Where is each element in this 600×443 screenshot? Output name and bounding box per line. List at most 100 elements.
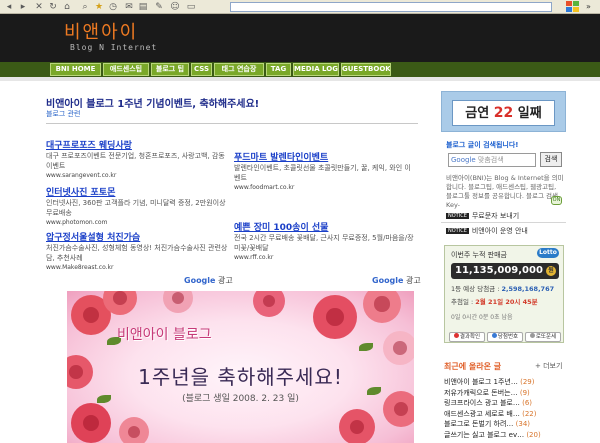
post-title[interactable]: 비앤아이 블로그 1주년 기념이벤트, 축하해주세요!	[46, 95, 259, 110]
history-icon[interactable]: ◷	[108, 2, 118, 12]
recent-posts-list: 비앤아이 블로그 1주년… (29) 저유가캐릭으로 돈버는… (9) 링크프라…	[444, 377, 568, 440]
no-smoking-counter: 금연 22 일째	[452, 100, 555, 126]
lotto-widget: 이번주 누적 판매금 Lotto 11,135,009,000 원 1등 예상 …	[444, 245, 564, 343]
first-prize-label: 1등 예상 당첨금 :	[451, 285, 500, 293]
list-item[interactable]: 글쓰기는 싫고 블로그 ev… (20)	[444, 430, 568, 441]
banner-blog-name: 비앤아이 블로그	[117, 327, 212, 343]
ad-description: 처진가슴수술사진, 성형체험 동영상! 처진가슴수술사진 관련상담, 추천사례	[46, 244, 228, 262]
ad-unit[interactable]: 푸드마트 발렌타인이벤트 발렌타인이벤트, 초콜릿선물 초콜릿만들기, 꿀, 케…	[234, 150, 414, 191]
post-category[interactable]: 블로그 관련	[46, 109, 80, 119]
stop-icon[interactable]: ✕	[34, 2, 44, 12]
notice-text[interactable]: 무료문자 보내기	[472, 212, 519, 220]
edit-icon[interactable]: ✎	[154, 2, 164, 12]
browser-toolbar: ◂ ▸ ✕ ↻ ⌂ ⌕ ★ ◷ ✉ ▤ ✎ ☺ ▭ »	[0, 0, 600, 14]
ad-title[interactable]: 인터넷사진 포토몬	[46, 185, 231, 198]
ad-title[interactable]: 대구프로포즈 웨딩사랑	[46, 138, 231, 151]
nav-item-adsense[interactable]: 애드센스팁	[103, 63, 149, 76]
leaf-image	[359, 343, 373, 351]
counter-prefix: 금연	[465, 106, 490, 121]
address-bar[interactable]	[230, 2, 552, 12]
main-nav: BNI HOME 애드센스팁 블로그 팁 CSS 태그 연습장 TAG MEDI…	[0, 62, 600, 77]
lotto-numbers-button[interactable]: 당첨번호	[487, 332, 523, 342]
ad-url[interactable]: www.foodmart.co.kr	[234, 184, 414, 191]
search-input[interactable]: Google 맞춤검색	[448, 153, 536, 167]
rose-image	[363, 291, 401, 323]
notice-tag: NOTICE	[446, 228, 469, 234]
notice-tag: NOTICE	[446, 213, 469, 219]
ad-unit[interactable]: 압구정서울설형 처진가슴 처진가슴수술사진, 성형체험 동영상! 처진가슴수술사…	[46, 230, 231, 271]
won-coin-icon: 원	[546, 266, 556, 276]
counter-number: 22	[493, 105, 514, 121]
rose-image	[253, 291, 285, 317]
nav-item-media-log[interactable]: MEDIA LOG	[293, 63, 339, 76]
list-item[interactable]: 애드센스광고 세로로 배… (22)	[444, 409, 568, 420]
first-prize-value: 2,598,168,767	[501, 285, 555, 293]
list-item[interactable]: 비앤아이 블로그 1주년… (29)	[444, 377, 568, 388]
recent-posts-more-link[interactable]: + 더보기	[535, 361, 562, 371]
messenger-icon[interactable]: ☺	[170, 2, 180, 12]
notice-text[interactable]: 비앤아이 운영 안내	[472, 227, 528, 235]
lotto-first-prize: 1등 예상 당첨금 : 2,598,168,767	[451, 283, 554, 293]
nav-item-blog-tips[interactable]: 블로그 팁	[151, 63, 189, 76]
notice-item[interactable]: NOTICE 무료문자 보내기	[446, 211, 519, 221]
back-icon[interactable]: ◂	[4, 2, 14, 12]
favorites-icon[interactable]: ★	[94, 2, 104, 12]
ad-url[interactable]: www.Make8reast.co.kr	[46, 264, 231, 271]
chevron-right-icon[interactable]: »	[586, 2, 591, 11]
search-placeholder: 맞춤검색	[477, 156, 504, 164]
banner-date: (블로그 생일 2008. 2. 23 일)	[182, 394, 299, 404]
folder-icon[interactable]: ▭	[186, 2, 196, 12]
ad-unit[interactable]: 대구프로포즈 웨딩사랑 대구 프로포즈이벤트 전문기업, 청혼프로포즈, 사랑고…	[46, 138, 231, 179]
lotto-result-button[interactable]: 결과확인	[449, 332, 485, 342]
list-item[interactable]: 링크프라이스 광고 블로… (6)	[444, 398, 568, 409]
blog-tagline: Blog N Internet	[70, 43, 158, 52]
print-icon[interactable]: ▤	[138, 2, 148, 12]
nav-divider	[0, 77, 600, 81]
google-ads-label[interactable]: Google 광고	[372, 275, 421, 286]
lotto-sales-amount: 11,135,009,000 원	[451, 263, 559, 279]
ad-title[interactable]: 예쁜 장미 100송이 선물	[234, 220, 414, 233]
list-item[interactable]: 블로그로 돈벌기 하려… (34)	[444, 419, 568, 430]
nav-item-tag-practice[interactable]: 태그 연습장	[214, 63, 264, 76]
list-item[interactable]: 저유가캐릭으로 돈버는… (9)	[444, 388, 568, 399]
ads-suffix: 광고	[406, 276, 421, 285]
google-brand: Google	[372, 276, 404, 285]
rose-image	[71, 403, 111, 443]
recent-posts-title: 최근에 올라온 글	[444, 362, 502, 371]
no-smoking-widget: 금연 22 일째	[441, 91, 566, 132]
ad-unit[interactable]: 인터넷사진 포토몬 인터넷사진, 360판 고객플라 기념, 미니달력 증정, …	[46, 185, 231, 226]
toggle-switch[interactable]: ON	[551, 196, 562, 205]
blog-description: 비앤아이(BNI)는 Blog & Internet을 의미합니다. 블로그팁,…	[446, 174, 564, 209]
ad-description: 발렌타인이벤트, 초콜릿선물 초콜릿만들기, 꿀, 케익, 와인 이벤트	[234, 164, 411, 182]
sidebar-divider	[441, 222, 566, 223]
rose-image	[163, 291, 193, 313]
lotto-logo[interactable]: Lotto	[537, 248, 559, 258]
google-ads-label[interactable]: Google 광고	[184, 275, 233, 286]
nav-item-guestbook[interactable]: GUESTBOOK	[341, 63, 391, 76]
nav-item-home[interactable]: BNI HOME	[50, 63, 101, 76]
home-icon[interactable]: ⌂	[62, 2, 72, 12]
windows-logo-icon	[566, 1, 580, 13]
notice-item[interactable]: NOTICE 비앤아이 운영 안내	[446, 226, 528, 236]
ad-url[interactable]: www.rff.co.kr	[234, 254, 414, 261]
ad-url[interactable]: www.sarangevent.co.kr	[46, 172, 231, 179]
ad-title[interactable]: 푸드마트 발렌타인이벤트	[234, 150, 414, 163]
search-button[interactable]: 검색	[540, 152, 562, 167]
search-icon[interactable]: ⌕	[80, 2, 90, 12]
blog-logo[interactable]: 비앤아이	[64, 18, 138, 44]
counter-suffix: 일째	[517, 106, 542, 121]
lotto-amount-value: 11,135,009,000	[455, 265, 543, 276]
ad-unit[interactable]: 예쁜 장미 100송이 선물 전국 2시간 무료배송 꽃배달, 근사지 무료증정…	[234, 220, 414, 261]
google-brand: Google	[184, 276, 216, 285]
refresh-icon[interactable]: ↻	[48, 2, 58, 12]
mail-icon[interactable]: ✉	[124, 2, 134, 12]
nav-item-css[interactable]: CSS	[191, 63, 212, 76]
ad-title[interactable]: 압구정서울설형 처진가슴	[46, 230, 231, 243]
forward-icon[interactable]: ▸	[18, 2, 28, 12]
lotto-countdown: 0일 0시간 0분 0초 남음	[451, 314, 513, 321]
nav-item-tag[interactable]: TAG	[266, 63, 291, 76]
ad-url[interactable]: www.photomon.com	[46, 219, 231, 226]
blog-header: 비앤아이 Blog N Internet	[0, 14, 600, 62]
lotto-fortune-button[interactable]: 로또운세	[525, 332, 561, 342]
rose-image	[383, 331, 414, 365]
